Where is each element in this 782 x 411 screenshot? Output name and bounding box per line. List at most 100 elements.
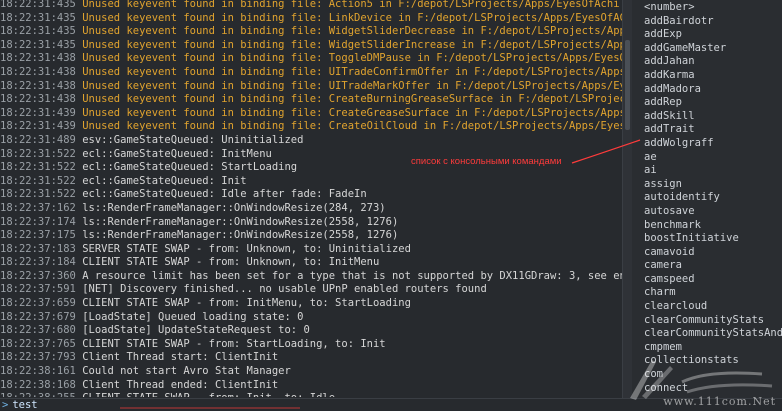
log-timestamp: 18:22:37:793 xyxy=(0,351,76,364)
log-timestamp: 18:22:31:438 xyxy=(0,65,76,78)
log-line: 18:22:31:438 Unused keyevent found in bi… xyxy=(0,52,622,66)
log-timestamp: 18:22:31:522 xyxy=(0,161,76,174)
log-message: Could not start Avro Stat Manager xyxy=(82,365,291,378)
console-log[interactable]: 18:22:31:435 Unused keyevent found in bi… xyxy=(0,0,622,397)
log-timestamp: 18:22:31:438 xyxy=(0,79,76,92)
log-message: [NET] Discovery finished... no usable UP… xyxy=(82,283,487,296)
log-timestamp: 18:22:31:439 xyxy=(0,120,76,133)
log-line: 18:22:31:438 Unused keyevent found in bi… xyxy=(0,66,622,80)
log-message: Unused keyevent found in binding file: C… xyxy=(82,93,622,106)
command-list-item[interactable]: camavoid xyxy=(644,246,782,260)
log-line: 18:22:38:255 CLIENT STATE SWAP - from: I… xyxy=(0,392,622,397)
command-list-item[interactable]: addGameMaster xyxy=(644,42,782,56)
command-list: <number> addBairdotr addExp addGameMaster ad… xyxy=(644,1,782,395)
log-message: Client Thread ended: ClientInit xyxy=(82,378,279,391)
command-list-item[interactable]: boostInitiative xyxy=(644,232,782,246)
command-list-item[interactable]: addRep xyxy=(644,96,782,110)
log-message: ecl::GameStateQueued: Init xyxy=(82,174,247,187)
command-list-item[interactable]: clearcloud xyxy=(644,300,782,314)
log-line: 18:22:37:183 SERVER STATE SWAP - from: U… xyxy=(0,243,622,257)
log-line: 18:22:31:489 esv::GameStateQueued: Unini… xyxy=(0,134,622,148)
log-timestamp: 18:22:31:522 xyxy=(0,188,76,201)
log-line: 18:22:31:435 Unused keyevent found in bi… xyxy=(0,12,622,26)
command-list-item[interactable]: autoidentify xyxy=(644,191,782,205)
log-message: esv::GameStateQueued: Uninitialized xyxy=(82,133,304,146)
command-list-item[interactable]: connect xyxy=(644,382,782,396)
log-message: CLIENT STATE SWAP - from: Unknown, to: I… xyxy=(82,256,380,269)
log-message: Unused keyevent found in binding file: C… xyxy=(82,106,622,119)
log-timestamp: 18:22:31:435 xyxy=(0,11,76,24)
log-line: 18:22:31:438 Unused keyevent found in bi… xyxy=(0,93,622,107)
log-line: 18:22:31:439 Unused keyevent found in bi… xyxy=(0,120,622,134)
log-message: Unused keyevent found in binding file: W… xyxy=(82,38,622,51)
log-timestamp: 18:22:31:435 xyxy=(0,25,76,38)
log-message: Unused keyevent found in binding file: T… xyxy=(82,52,622,65)
command-list-item[interactable]: clearCommunityStats xyxy=(644,314,782,328)
log-message: ecl::GameStateQueued: StartLoading xyxy=(82,161,298,174)
log-timestamp: 18:22:38:255 xyxy=(0,392,76,397)
command-list-item[interactable]: addMadora xyxy=(644,83,782,97)
log-message: ecl::GameStateQueued: Idle after fade: F… xyxy=(82,188,367,201)
log-line: 18:22:37:162 ls::RenderFrameManager::OnW… xyxy=(0,202,622,216)
log-line: 18:22:31:435 Unused keyevent found in bi… xyxy=(0,39,622,53)
log-timestamp: 18:22:37:680 xyxy=(0,324,76,337)
log-line: 18:22:31:439 Unused keyevent found in bi… xyxy=(0,107,622,121)
log-timestamp: 18:22:37:679 xyxy=(0,310,76,323)
command-list-item[interactable]: com xyxy=(644,368,782,382)
log-line: 18:22:31:438 Unused keyevent found in bi… xyxy=(0,80,622,94)
log-line: 18:22:37:175 ls::RenderFrameManager::OnW… xyxy=(0,229,622,243)
log-line: 18:22:31:522 ecl::GameStateQueued: Init xyxy=(0,175,622,189)
command-list-item[interactable]: ai xyxy=(644,164,782,178)
log-timestamp: 18:22:37:183 xyxy=(0,242,76,255)
command-list-item[interactable]: addWolgraff xyxy=(644,137,782,151)
command-list-item[interactable]: autosave xyxy=(644,205,782,219)
scrollbar-thumb[interactable] xyxy=(625,40,630,130)
command-list-item[interactable]: ae xyxy=(644,151,782,165)
log-message: [LoadState] UpdateStateRequest to: 0 xyxy=(82,324,310,337)
command-list-scrollbar[interactable] xyxy=(623,0,632,398)
log-timestamp: 18:22:37:162 xyxy=(0,201,76,214)
log-line: 18:22:38:168 Client Thread ended: Client… xyxy=(0,379,622,393)
log-timestamp: 18:22:31:435 xyxy=(0,38,76,51)
log-timestamp: 18:22:31:435 xyxy=(0,0,76,10)
console-window: 18:22:31:435 Unused keyevent found in bi… xyxy=(0,0,782,411)
command-list-item[interactable]: clearCommunityStatsAnd xyxy=(644,327,782,341)
log-timestamp: 18:22:38:161 xyxy=(0,365,76,378)
command-list-item[interactable]: camspeed xyxy=(644,273,782,287)
log-line: 18:22:37:679 [LoadState] Queued loading … xyxy=(0,311,622,325)
log-message: ls::RenderFrameManager::OnWindowResize(2… xyxy=(82,201,386,214)
command-list-item[interactable]: addSkill xyxy=(644,110,782,124)
log-timestamp: 18:22:37:765 xyxy=(0,337,76,350)
command-list-item[interactable]: <number> xyxy=(644,1,782,15)
console-input-row[interactable]: > test xyxy=(0,399,782,411)
command-list-item[interactable]: benchmark xyxy=(644,219,782,233)
command-list-item[interactable]: addExp xyxy=(644,28,782,42)
log-timestamp: 18:22:37:184 xyxy=(0,256,76,269)
log-line: 18:22:38:161 Could not start Avro Stat M… xyxy=(0,365,622,379)
log-line: 18:22:37:680 [LoadState] UpdateStateRequ… xyxy=(0,324,622,338)
log-timestamp: 18:22:37:175 xyxy=(0,229,76,242)
log-timestamp: 18:22:31:522 xyxy=(0,147,76,160)
command-list-panel[interactable]: <number> addBairdotr addExp addGameMaster ad… xyxy=(623,0,782,398)
log-timestamp: 18:22:31:439 xyxy=(0,106,76,119)
log-timestamp: 18:22:38:168 xyxy=(0,378,76,391)
command-list-item[interactable]: assign xyxy=(644,178,782,192)
command-list-item[interactable]: collectionstats xyxy=(644,354,782,368)
log-line: 18:22:31:435 Unused keyevent found in bi… xyxy=(0,0,622,12)
log-line: 18:22:37:174 ls::RenderFrameManager::OnW… xyxy=(0,216,622,230)
log-message: Unused keyevent found in binding file: C… xyxy=(82,120,622,133)
command-list-item[interactable]: camera xyxy=(644,259,782,273)
command-list-item[interactable]: charm xyxy=(644,286,782,300)
command-list-item[interactable]: addJahan xyxy=(644,55,782,69)
command-list-item[interactable]: addBairdotr xyxy=(644,15,782,29)
log-timestamp: 18:22:37:360 xyxy=(0,269,76,282)
log-line: 18:22:37:360 A resource limit has been s… xyxy=(0,270,622,284)
log-message: ls::RenderFrameManager::OnWindowResize(2… xyxy=(82,215,399,228)
log-line: 18:22:37:659 CLIENT STATE SWAP - from: I… xyxy=(0,297,622,311)
command-list-item[interactable]: cmpmem xyxy=(644,341,782,355)
log-message: [LoadState] Queued loading state: 0 xyxy=(82,310,304,323)
command-list-item[interactable]: addKarma xyxy=(644,69,782,83)
log-message: CLIENT STATE SWAP - from: InitMenu, to: … xyxy=(82,297,411,310)
command-list-item[interactable]: addTrait xyxy=(644,123,782,137)
console-input[interactable]: test xyxy=(8,399,37,411)
